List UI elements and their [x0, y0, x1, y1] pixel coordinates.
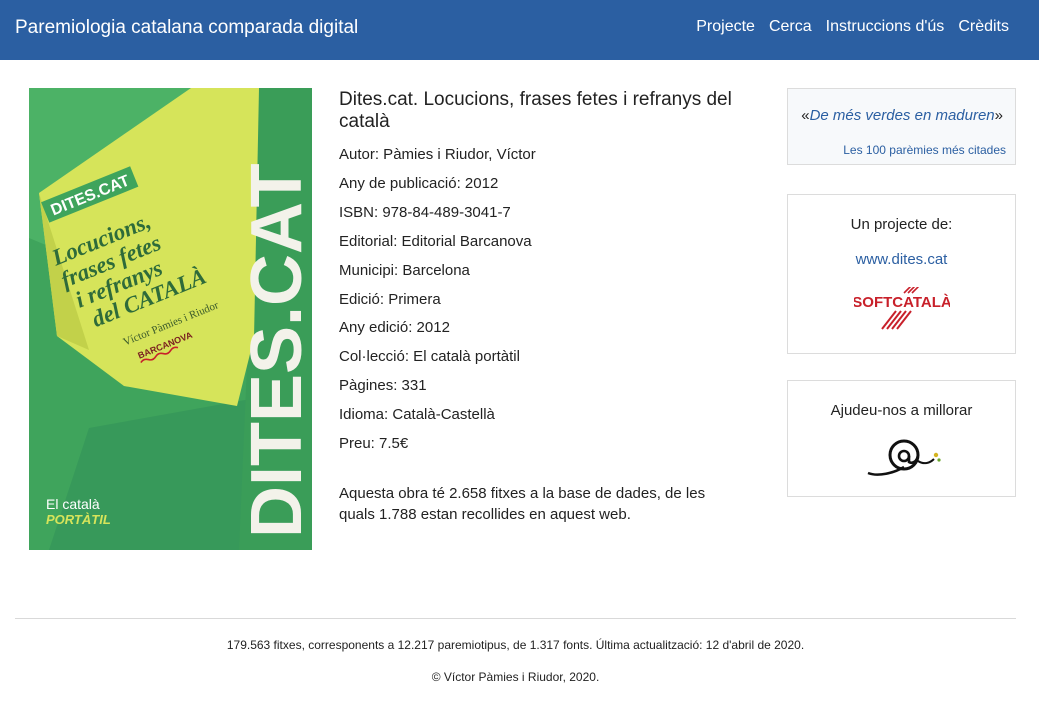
help-panel: Ajudeu-nos a millorar — [787, 380, 1016, 497]
proverb-quote: «De més verdes en maduren» — [801, 107, 1003, 124]
nav-cerca[interactable]: Cerca — [769, 18, 812, 36]
field-collection: Col·lecció: El català portàtil — [339, 348, 520, 366]
proverb-link[interactable]: De més verdes en maduren — [810, 107, 995, 124]
help-heading: Ajudeu-nos a millorar — [830, 402, 973, 419]
field-isbn: ISBN: 978-84-489-3041-7 — [339, 203, 511, 221]
project-heading: Un projecte de: — [850, 216, 953, 233]
book-cover-image: DITES.CAT Locucions, frases fetes i refr… — [29, 88, 312, 550]
cover-spine-text: DITES.CAT — [237, 163, 312, 538]
softcatala-logo-text: SOFTCATALÀ — [854, 294, 950, 311]
top-100-link[interactable]: Les 100 parèmies més citades — [843, 143, 1006, 157]
field-edition-year: Any edició: 2012 — [339, 319, 450, 337]
field-price: Preu: 7.5€ — [339, 435, 409, 453]
cover-collection-line-1: El català — [46, 496, 100, 512]
cover-collection-line-2: PORTÀTIL — [46, 512, 111, 527]
field-publication-year: Any de publicació: 2012 — [339, 174, 499, 192]
footer-divider — [15, 618, 1016, 619]
field-language: Idioma: Català-Castellà — [339, 406, 495, 424]
project-panel: Un projecte de: www.dites.cat SOFTCATALÀ — [787, 194, 1016, 354]
dites-cat-link[interactable]: www.dites.cat — [788, 251, 1015, 268]
softcatala-logo[interactable]: SOFTCATALÀ — [852, 284, 952, 331]
field-pages: Pàgines: 331 — [339, 377, 427, 395]
main-nav: Projecte Cerca Instruccions d'ús Crèdits — [696, 18, 1009, 36]
proverb-panel: «De més verdes en maduren» Les 100 parèm… — [787, 88, 1016, 165]
site-brand-link[interactable]: Paremiologia catalana comparada digital — [15, 17, 358, 39]
book-summary: Aquesta obra té 2.658 fitxes a la base d… — [339, 484, 706, 524]
field-city: Municipi: Barcelona — [339, 261, 470, 279]
footer-stats: 179.563 fitxes, corresponents a 12.217 p… — [226, 638, 805, 652]
field-author: Autor: Pàmies i Riudor, Víctor — [339, 146, 536, 163]
nav-credits[interactable]: Crèdits — [958, 18, 1009, 36]
book-details: Dites.cat. Locucions, frases fetes i ref… — [339, 89, 759, 526]
field-publisher: Editorial: Editorial Barcanova — [339, 232, 532, 250]
email-at-icon[interactable] — [864, 433, 942, 479]
book-title: Dites.cat. Locucions, frases fetes i ref… — [339, 89, 732, 132]
nav-projecte[interactable]: Projecte — [696, 18, 755, 36]
close-quote: » — [994, 107, 1003, 124]
open-quote: « — [801, 107, 810, 124]
nav-instruccions[interactable]: Instruccions d'ús — [826, 18, 945, 36]
top-navbar: Paremiologia catalana comparada digital … — [0, 0, 1039, 60]
footer-copyright: © Víctor Pàmies i Riudor, 2020. — [431, 670, 600, 684]
field-edition: Edició: Primera — [339, 290, 441, 308]
